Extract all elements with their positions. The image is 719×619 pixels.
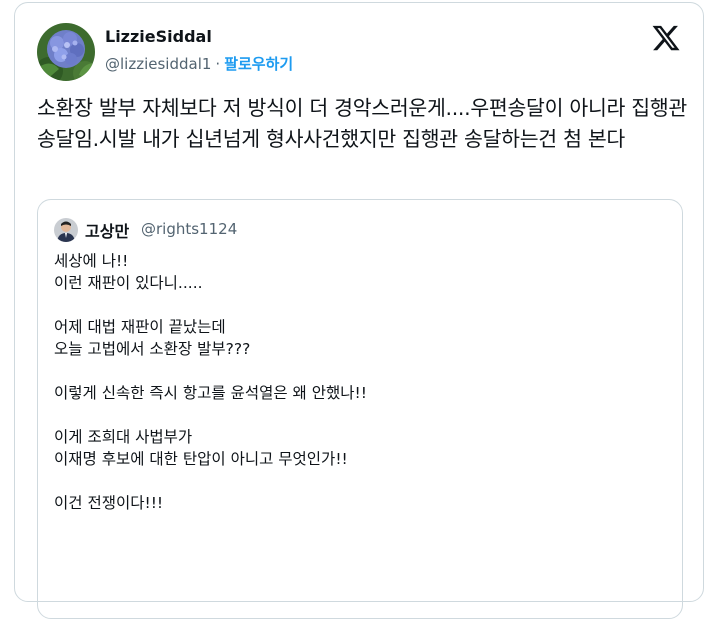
quote-line: 오늘 고법에서 소환장 발부???	[54, 340, 251, 358]
separator-dot: ·	[215, 55, 221, 73]
quote-author-avatar[interactable]	[54, 218, 78, 242]
quote-line	[54, 404, 654, 426]
quote-author-name: 고상만	[85, 222, 130, 241]
quote-line: 이건 전쟁이다!!!	[54, 494, 164, 512]
tweet-text: 소환장 발부 자체보다 저 방식이 더 경악스러운게....우편송달이 아니라 …	[37, 96, 687, 151]
quote-line: 이재명 후보에 대한 탄압이 아니고 무엇인가!!	[54, 450, 348, 468]
quote-line	[54, 360, 654, 382]
follow-button[interactable]: 팔로우하기	[224, 55, 293, 73]
person-avatar-icon	[54, 218, 78, 242]
hydrangea-avatar-icon	[37, 23, 95, 81]
quoted-tweet[interactable]: 고상만 @rights1124 세상에 나!! 이런 재판이 있다니..... …	[37, 199, 683, 619]
quote-line	[54, 470, 654, 492]
author-handle-row: @lizziesiddal1 · 팔로우하기	[105, 53, 293, 74]
author-avatar[interactable]	[37, 23, 95, 81]
quote-line: 이런 재판이 있다니.....	[54, 274, 203, 292]
quote-body: 세상에 나!! 이런 재판이 있다니..... 어제 대법 재판이 끝났는데 오…	[54, 250, 654, 514]
quote-line: 어제 대법 재판이 끝났는데	[54, 318, 226, 336]
quote-line: 이게 조희대 사법부가	[54, 428, 193, 446]
quote-line: 이렇게 신속한 즉시 항고를 윤석열은 왜 안했나!!	[54, 384, 367, 402]
quote-line: 세상에 나!!	[54, 252, 129, 270]
quote-author-handle: @rights1124	[141, 220, 238, 238]
author-display-name[interactable]: LizzieSiddal	[105, 27, 212, 46]
x-logo-icon[interactable]	[651, 23, 681, 53]
tweet-card: LizzieSiddal @lizziesiddal1 · 팔로우하기 소환장 발부…	[14, 2, 704, 619]
quote-line	[54, 294, 654, 316]
author-handle[interactable]: @lizziesiddal1	[105, 55, 211, 73]
x-logo-svg	[652, 25, 680, 51]
